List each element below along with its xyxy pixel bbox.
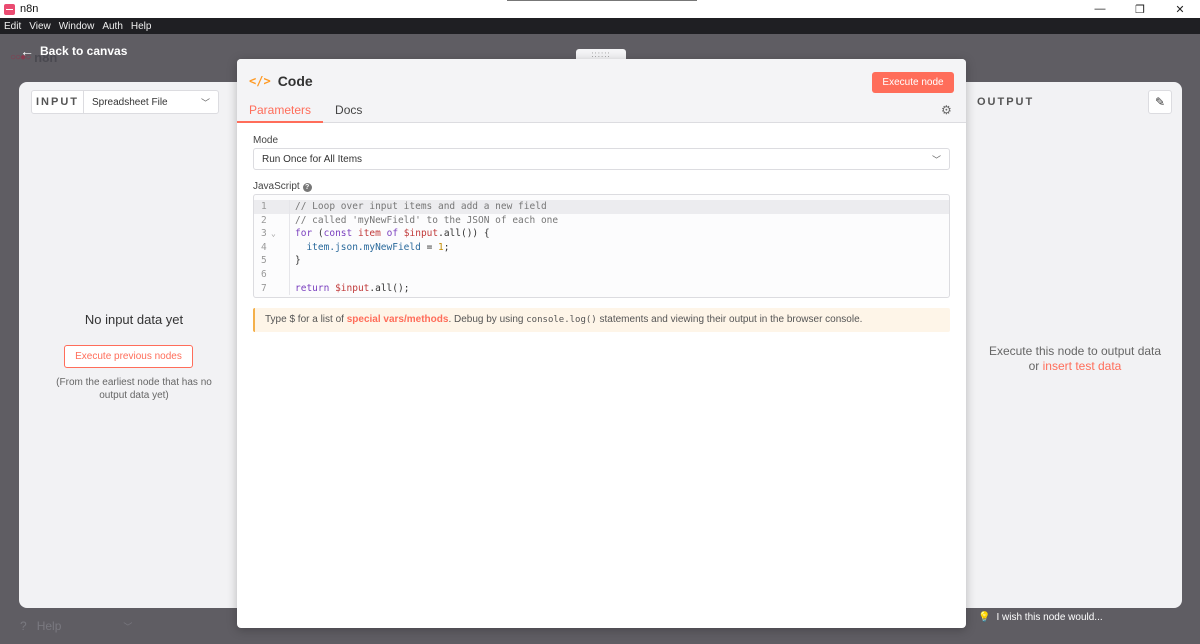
code-line-text: item.json.myNewField = 1; — [306, 241, 450, 253]
help-menu[interactable]: ? Help ﹀ — [20, 619, 132, 633]
title-drag-line — [507, 0, 697, 1]
back-label: Back to canvas — [40, 44, 128, 58]
help-label: Help — [36, 619, 62, 633]
output-or-text: or — [1028, 359, 1040, 373]
code-editor[interactable]: 1 // Loop over input items and add a new… — [253, 194, 950, 298]
wish-label: I wish this node would... — [996, 612, 1103, 623]
line-number: 6 — [254, 267, 290, 282]
info-notice: Type $ for a list of special vars/method… — [253, 308, 950, 332]
code-line[interactable]: 1 // Loop over input items and add a new… — [254, 200, 949, 214]
chevron-down-icon: ﹀ — [123, 621, 133, 632]
notice-prefix: Type $ for a list of — [265, 314, 347, 325]
line-number: 3 ⌄ — [254, 227, 290, 241]
tab-docs[interactable]: Docs — [323, 99, 374, 123]
menu-edit[interactable]: Edit — [4, 21, 21, 32]
line-number: 5 — [254, 254, 290, 268]
minimize-button[interactable]: — — [1080, 0, 1120, 18]
code-line[interactable]: 3 ⌄ for (const item of $input.all()) { — [254, 227, 949, 241]
edit-output-button[interactable]: ✎ — [1148, 90, 1172, 114]
window-title: n8n — [20, 3, 39, 15]
maximize-button[interactable]: ❐ — [1120, 0, 1160, 18]
javascript-label-text: JavaScript — [253, 181, 300, 192]
code-node-dialog: </> Code Execute node Parameters Docs ⚙ … — [237, 59, 966, 628]
back-to-canvas-link[interactable]: ← Back to canvas — [20, 43, 127, 59]
javascript-label: JavaScript? — [253, 181, 312, 192]
code-line-text: // Loop over input items and add a new f… — [295, 201, 547, 212]
notice-code: console.log() — [526, 315, 597, 325]
n8n-app-icon — [4, 3, 15, 15]
execute-previous-nodes-button[interactable]: Execute previous nodes — [64, 345, 193, 368]
menu-help[interactable]: Help — [131, 21, 152, 32]
title-bar: n8n — ❐ ✕ — [0, 0, 1200, 18]
node-title: </> Code — [249, 73, 313, 89]
line-number: 2 — [254, 213, 290, 228]
output-panel: OUTPUT ✎ Execute this node to output dat… — [955, 82, 1182, 608]
pencil-icon: ✎ — [1154, 95, 1166, 109]
line-number: 1 — [254, 200, 290, 214]
question-icon: ? — [20, 619, 27, 633]
code-line[interactable]: 5 } — [254, 254, 949, 268]
menu-auth[interactable]: Auth — [102, 21, 123, 32]
menu-view[interactable]: View — [29, 21, 51, 32]
line-number-text: 3 — [261, 228, 267, 240]
window-controls: — ❐ ✕ — [1080, 0, 1200, 18]
code-line[interactable]: 2 // called 'myNewField' to the JSON of … — [254, 213, 949, 228]
no-input-title: No input data yet — [84, 312, 184, 327]
notice-middle: . Debug by using — [448, 314, 527, 325]
feedback-link[interactable]: 💡 I wish this node would... — [978, 612, 1103, 623]
menu-bar: Edit View Window Auth Help — [0, 18, 1200, 34]
code-line-text: return $input.all(); — [295, 282, 410, 294]
help-icon[interactable]: ? — [302, 183, 312, 192]
output-message-text: Execute this node to output data — [988, 344, 1162, 358]
code-line-text: for (const item of $input.all()) { — [295, 228, 490, 240]
code-line[interactable]: 6 — [254, 267, 949, 282]
close-button[interactable]: ✕ — [1160, 0, 1200, 18]
mode-label: Mode — [253, 135, 279, 146]
gear-icon[interactable]: ⚙ — [941, 103, 952, 117]
code-line-text: } — [295, 255, 301, 267]
menu-window[interactable]: Window — [59, 21, 95, 32]
input-source-select[interactable]: Spreadsheet File — [84, 97, 201, 108]
notice-suffix: statements and viewing their output in t… — [596, 314, 863, 325]
special-vars-link[interactable]: special vars/methods — [347, 314, 449, 325]
input-label: INPUT — [32, 91, 84, 113]
node-header: </> Code Execute node Parameters Docs ⚙ — [237, 59, 966, 123]
line-number: 7 — [254, 281, 290, 296]
execute-node-button[interactable]: Execute node — [872, 72, 954, 93]
input-header: INPUT Spreadsheet File ﹀ — [31, 90, 219, 114]
line-number: 4 — [254, 240, 290, 255]
lightbulb-icon: 💡 — [978, 612, 991, 623]
code-icon: </> — [249, 74, 271, 88]
chevron-down-icon: ﹀ — [931, 154, 941, 165]
insert-test-data-link[interactable]: insert test data — [1043, 359, 1122, 373]
input-hint: (From the earliest node that has no outp… — [56, 377, 212, 401]
chevron-down-icon[interactable]: ﹀ — [201, 96, 210, 109]
fold-chevron-icon[interactable]: ⌄ — [271, 227, 276, 241]
input-panel: INPUT Spreadsheet File ﹀ No input data y… — [19, 82, 249, 608]
code-line[interactable]: 4 item.json.myNewField = 1; — [254, 240, 949, 255]
mode-value: Run Once for All Items — [262, 153, 363, 165]
code-line[interactable]: 7 return $input.all(); — [254, 281, 949, 296]
node-tabs: Parameters Docs — [237, 99, 374, 123]
output-label: OUTPUT — [977, 96, 1035, 108]
code-line-text: // called 'myNewField' to the JSON of ea… — [295, 214, 559, 226]
arrow-left-icon: ← — [20, 43, 34, 59]
mode-select[interactable]: Run Once for All Items ﹀ — [253, 148, 950, 170]
output-message: Execute this node to output data or inse… — [977, 344, 1173, 374]
node-title-text[interactable]: Code — [278, 73, 313, 89]
tab-parameters[interactable]: Parameters — [237, 99, 324, 123]
